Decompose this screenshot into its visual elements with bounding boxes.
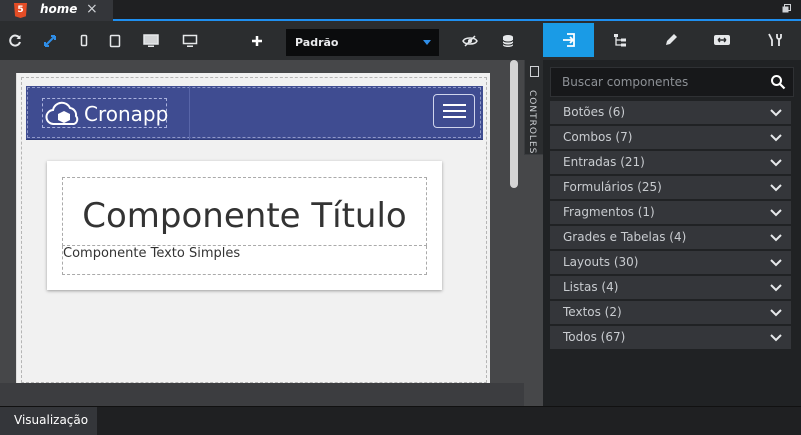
category-item[interactable]: Layouts (30) [550, 251, 791, 274]
chevron-down-icon [770, 209, 782, 217]
wrench-icon [768, 33, 782, 46]
category-item[interactable]: Entradas (21) [550, 151, 791, 174]
chevron-down-icon [770, 234, 782, 242]
category-list: Botões (6) Combos (7) Entradas (21) Form… [550, 101, 791, 351]
category-item[interactable]: Textos (2) [550, 301, 791, 324]
chevron-down-icon [770, 259, 782, 267]
category-item[interactable]: Todos (67) [550, 326, 791, 349]
tree-icon [613, 34, 626, 47]
swap-icon [713, 35, 730, 45]
category-item[interactable]: Formulários (25) [550, 176, 791, 199]
database-icon[interactable] [499, 32, 517, 50]
tab-properties[interactable] [645, 23, 696, 57]
hamburger-bar [443, 110, 466, 112]
designer-toolbar: Padrão [0, 23, 543, 60]
tab-tree[interactable] [594, 23, 645, 57]
chevron-down-icon [770, 309, 782, 317]
tab-components[interactable] [543, 23, 594, 57]
tablet-icon[interactable] [106, 32, 124, 50]
chevron-down-icon [770, 284, 782, 292]
menu-toggle-button[interactable] [433, 94, 475, 128]
chevron-down-icon [770, 184, 782, 192]
category-item[interactable]: Combos (7) [550, 126, 791, 149]
category-label: Textos (2) [563, 305, 622, 319]
hamburger-bar [443, 116, 466, 118]
category-label: Fragmentos (1) [563, 205, 655, 219]
category-label: Todos (67) [563, 330, 626, 344]
card-component[interactable]: Componente Título Componente Texto Simpl… [47, 161, 442, 290]
design-canvas: Cronapp Componente Título Componente Tex… [0, 60, 543, 406]
tab-home[interactable]: 5 home × [0, 0, 113, 21]
theme-select-value: Padrão [295, 36, 339, 49]
horizontal-scrollbar[interactable] [0, 383, 524, 406]
logo-text: Cronapp [84, 102, 169, 126]
category-label: Botões (6) [563, 105, 626, 119]
tab-title: home [40, 2, 78, 16]
search-box [550, 67, 794, 97]
device-frame[interactable]: Cronapp Componente Título Componente Tex… [16, 73, 490, 383]
chevron-down-icon [770, 109, 782, 117]
controls-icon [530, 66, 539, 77]
category-label: Layouts (30) [563, 255, 639, 269]
close-icon[interactable]: × [86, 1, 98, 17]
html5-icon: 5 [14, 3, 27, 18]
cloud-icon [45, 101, 79, 125]
title-component[interactable]: Componente Título [62, 177, 427, 246]
chevron-down-icon [770, 134, 782, 142]
card-text: Componente Texto Simples [63, 246, 241, 261]
category-item[interactable]: Listas (4) [550, 276, 791, 299]
desktop-icon[interactable] [142, 32, 160, 50]
hamburger-bar [443, 104, 466, 106]
tab-events[interactable] [696, 23, 747, 57]
navbar-component[interactable]: Cronapp [26, 86, 483, 140]
panel-tabs [543, 23, 801, 60]
components-icon [562, 33, 575, 47]
components-panel: Botões (6) Combos (7) Entradas (21) Form… [543, 23, 801, 406]
controls-side-tab[interactable]: CONTROLES [524, 60, 543, 155]
chevron-down-icon [423, 40, 431, 45]
chevron-down-icon [770, 334, 782, 342]
text-component[interactable]: Componente Texto Simples [62, 246, 427, 275]
plus-icon[interactable] [248, 32, 266, 50]
category-label: Grades e Tabelas (4) [563, 230, 687, 244]
monitor-icon[interactable] [181, 32, 199, 50]
phone-icon[interactable] [75, 32, 93, 50]
category-item[interactable]: Fragmentos (1) [550, 201, 791, 224]
resize-grip[interactable]: ..... [394, 431, 412, 435]
category-label: Formulários (25) [563, 180, 662, 194]
pencil-icon [665, 34, 677, 45]
search-input[interactable] [551, 68, 761, 96]
controls-label: CONTROLES [527, 90, 537, 155]
category-item[interactable]: Botões (6) [550, 101, 791, 124]
tab-bar: 5 home × [0, 0, 801, 21]
bottom-bar: Visualização ..... [0, 406, 801, 435]
refresh-icon[interactable] [6, 32, 24, 50]
category-label: Combos (7) [563, 130, 633, 144]
tab-tools[interactable] [747, 23, 801, 57]
category-label: Listas (4) [563, 280, 619, 294]
search-icon[interactable] [770, 74, 786, 90]
preview-tab[interactable]: Visualização [0, 407, 97, 435]
category-label: Entradas (21) [563, 155, 645, 169]
divider [189, 86, 190, 140]
card-title: Componente Título [82, 196, 407, 236]
chevron-down-icon [770, 159, 782, 167]
theme-select[interactable]: Padrão [286, 29, 439, 56]
category-item[interactable]: Grades e Tabelas (4) [550, 226, 791, 249]
vertical-scrollbar[interactable] [510, 60, 518, 188]
restore-window-icon[interactable] [782, 4, 791, 13]
ide-window: 5 home × Padrão Cronapp Componente Títul… [0, 0, 801, 435]
logo-component[interactable]: Cronapp [42, 98, 169, 128]
fit-screen-icon[interactable] [41, 32, 59, 50]
eye-slash-icon[interactable] [461, 32, 479, 50]
